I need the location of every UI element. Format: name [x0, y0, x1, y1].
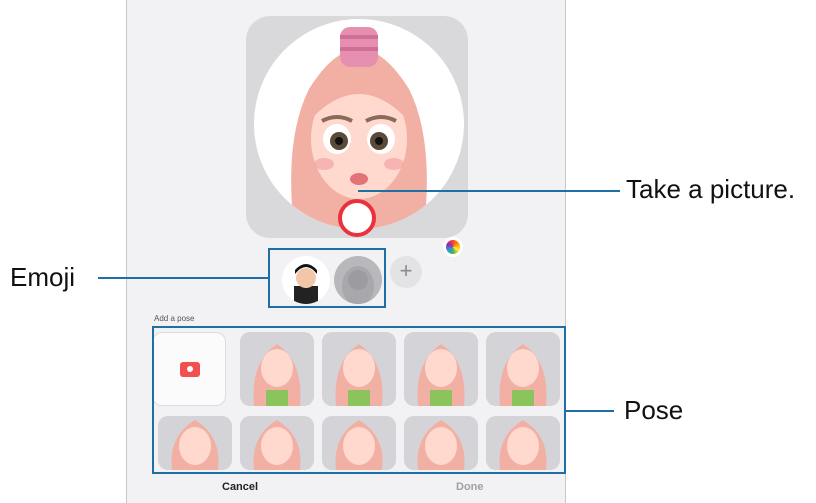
emoji-highlight-box [268, 248, 386, 308]
cancel-button[interactable]: Cancel [222, 481, 258, 493]
pose-callout: Pose [624, 395, 684, 425]
avatar-image [291, 27, 427, 229]
add-emoji-button[interactable]: + [390, 256, 422, 288]
color-wheel-icon[interactable] [443, 237, 463, 257]
plus-icon: + [399, 258, 413, 283]
take-picture-callout-line [358, 190, 620, 192]
avatar-preview-circle [254, 19, 464, 229]
emoji-callout-line [98, 277, 268, 279]
pose-highlight-box [152, 326, 566, 474]
take-picture-callout: Take a picture. [626, 174, 796, 204]
done-button[interactable]: Done [456, 481, 484, 493]
take-picture-button[interactable] [338, 199, 376, 237]
pose-callout-line [566, 410, 614, 412]
emoji-callout: Emoji [10, 262, 76, 292]
add-pose-label: Add a pose [154, 314, 195, 323]
